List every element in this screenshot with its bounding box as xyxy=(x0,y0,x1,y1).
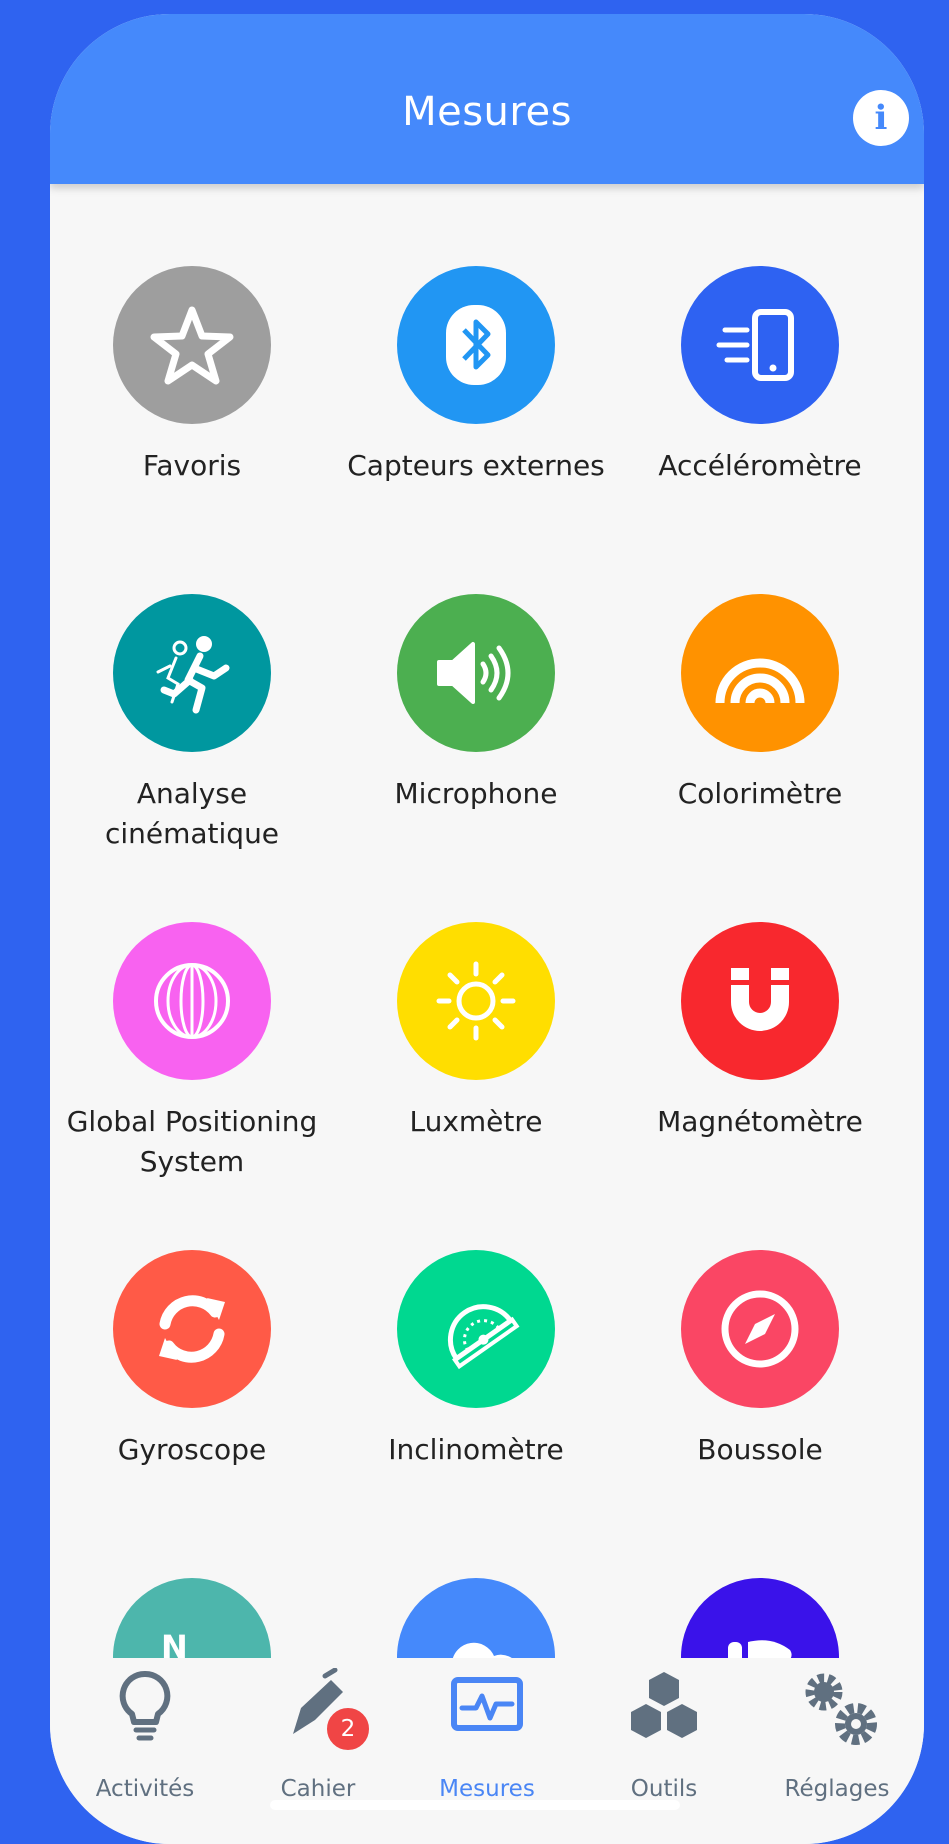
home-indicator[interactable] xyxy=(270,1800,680,1810)
tile-label: Accéléromètre xyxy=(658,449,862,482)
magnet-icon xyxy=(731,968,789,1031)
boussole-circle xyxy=(681,1250,839,1408)
tile-north[interactable]: N xyxy=(50,1578,334,1658)
lightbulb-icon xyxy=(119,1670,171,1741)
bottom-tab-bar: Activités 2 Cahier Mesures Outils Réglag… xyxy=(50,1658,924,1844)
app-screen: Mesures i Favoris Capteurs externes Accé… xyxy=(50,14,924,1844)
tab-reglages[interactable]: Réglages xyxy=(752,1668,922,1808)
tile-capteurs-externes[interactable]: Capteurs externes xyxy=(334,266,618,566)
phone-motion-icon xyxy=(716,309,794,381)
runners-icon xyxy=(156,636,230,714)
tab-outils[interactable]: Outils xyxy=(579,1668,749,1808)
north-arrow-icon: N xyxy=(161,1628,188,1658)
page-title: Mesures xyxy=(402,89,572,135)
microphone-circle xyxy=(397,594,555,752)
gyroscope-circle xyxy=(113,1250,271,1408)
cloud-circle xyxy=(397,1578,555,1658)
protractor-icon xyxy=(447,1304,520,1370)
north-circle: N xyxy=(113,1578,271,1658)
star-icon xyxy=(150,306,234,385)
footprint-icon xyxy=(728,1640,792,1658)
footprint-circle xyxy=(681,1578,839,1658)
capteurs-circle xyxy=(397,266,555,424)
tile-microphone[interactable]: Microphone xyxy=(334,594,618,894)
cinematique-circle xyxy=(113,594,271,752)
globe-icon xyxy=(154,963,230,1039)
inclinometre-circle xyxy=(397,1250,555,1408)
tab-label: Cahier xyxy=(280,1776,356,1802)
tile-label: Favoris xyxy=(142,449,242,482)
sensor-grid: Favoris Capteurs externes Accéléromètre … xyxy=(50,184,924,1658)
tile-luxmetre[interactable]: Luxmètre xyxy=(334,922,618,1222)
tile-label: Magnétomètre xyxy=(657,1105,863,1138)
tile-label: Inclinomètre xyxy=(388,1433,564,1466)
luxmetre-circle xyxy=(397,922,555,1080)
tile-inclinometre[interactable]: Inclinomètre xyxy=(334,1250,618,1550)
tile-label: Global Positioning System xyxy=(66,1105,318,1178)
rotate-icon xyxy=(159,1295,225,1363)
tile-label: Boussole xyxy=(697,1433,823,1466)
tile-label: Capteurs externes xyxy=(347,449,605,482)
tile-accelerometre[interactable]: Accéléromètre xyxy=(618,266,902,566)
tab-label: Mesures xyxy=(439,1776,535,1802)
tab-activites[interactable]: Activités xyxy=(60,1668,230,1808)
notification-badge: 2 xyxy=(325,1706,371,1752)
tab-label: Réglages xyxy=(784,1776,890,1802)
tab-label: Outils xyxy=(630,1776,698,1802)
tile-label: Microphone xyxy=(394,777,558,810)
info-icon: i xyxy=(874,98,888,138)
magnetometre-circle xyxy=(681,922,839,1080)
cubes-icon xyxy=(631,1672,697,1738)
tab-mesures[interactable]: Mesures xyxy=(402,1668,572,1808)
header-bar: Mesures i xyxy=(50,14,924,184)
tile-cloud[interactable] xyxy=(334,1578,618,1658)
tile-boussole[interactable]: Boussole xyxy=(618,1250,902,1550)
tile-gyroscope[interactable]: Gyroscope xyxy=(50,1250,334,1550)
tile-favoris[interactable]: Favoris xyxy=(50,266,334,566)
compass-icon xyxy=(721,1290,799,1368)
accelerometre-circle xyxy=(681,266,839,424)
gps-circle xyxy=(113,922,271,1080)
tab-cahier[interactable]: 2 Cahier xyxy=(233,1668,403,1808)
tile-label: Gyroscope xyxy=(117,1433,267,1466)
gears-icon xyxy=(805,1673,877,1745)
tile-gps[interactable]: Global Positioning System xyxy=(50,922,334,1222)
svg-text:N: N xyxy=(161,1628,188,1658)
tab-label: Activités xyxy=(95,1776,195,1802)
tile-footprint[interactable] xyxy=(618,1578,902,1658)
tile-label: Analyse cinématique xyxy=(104,777,280,850)
speaker-icon xyxy=(437,642,511,704)
tile-label: Colorimètre xyxy=(677,777,843,810)
tile-analyse-cinematique[interactable]: Analyse cinématique xyxy=(50,594,334,894)
info-button[interactable]: i xyxy=(853,90,909,146)
tile-label: Luxmètre xyxy=(409,1105,543,1138)
bluetooth-icon xyxy=(446,305,506,385)
colorimetre-circle xyxy=(681,594,839,752)
monitor-pulse-icon xyxy=(451,1677,523,1731)
tile-colorimetre[interactable]: Colorimètre xyxy=(618,594,902,894)
favoris-circle xyxy=(113,266,271,424)
sun-icon xyxy=(436,961,516,1041)
cloud-icon xyxy=(452,1642,512,1658)
tile-magnetometre[interactable]: Magnétomètre xyxy=(618,922,902,1222)
rainbow-icon xyxy=(715,658,805,704)
